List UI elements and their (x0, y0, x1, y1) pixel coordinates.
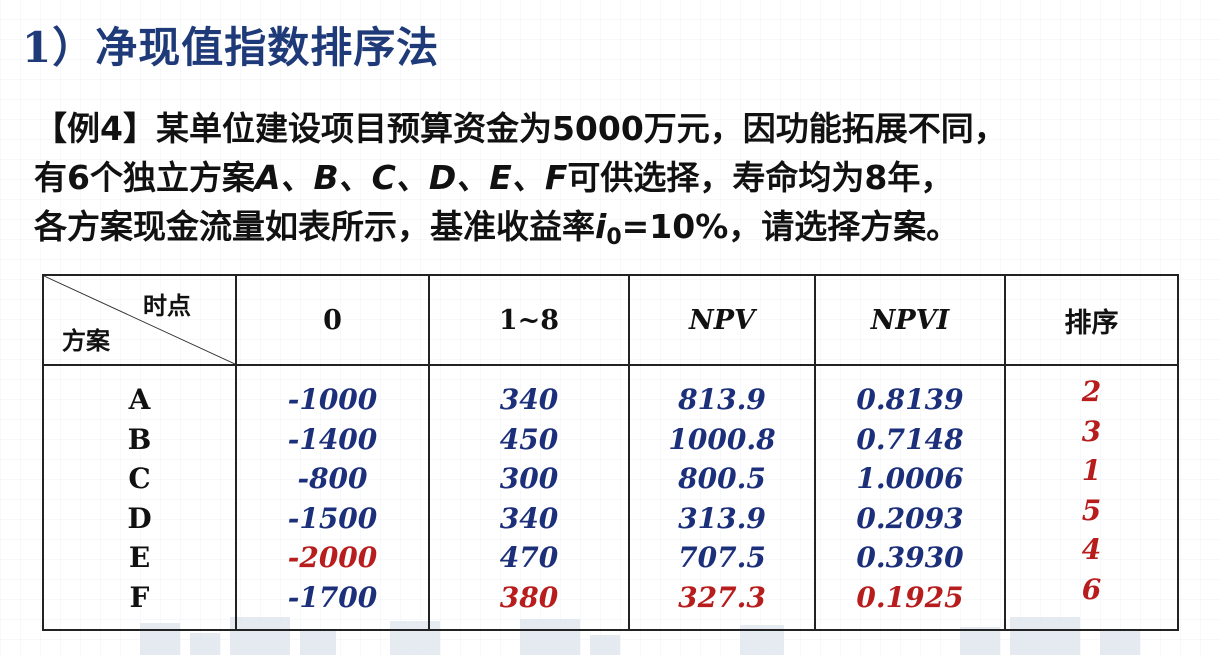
npv-column: 813.9 1000.8 800.5 313.9 707.5 327.3 (628, 364, 816, 631)
cashflow-table-container: 时点 方案 0 1~8 NPV NPVI 排序 A B C D E F -100… (42, 274, 1179, 631)
rank-cell: 2 (1081, 375, 1102, 408)
npvi-cell: 0.8139 (856, 383, 964, 416)
header-year-0: 0 (235, 274, 430, 366)
rank-column: 2 3 1 5 4 6 (1004, 364, 1179, 631)
year-0-cell: -2000 (287, 541, 378, 574)
plan-cell: E (128, 541, 151, 574)
years-1-8-cell: 340 (499, 383, 559, 416)
plan-cell: A (128, 383, 151, 416)
rate-variable: i (595, 207, 607, 246)
corner-time-label: 时点 (143, 291, 191, 320)
npvi-cell: 0.7148 (856, 422, 964, 456)
npv-cell: 800.5 (678, 462, 766, 495)
year-0-cell: -1500 (287, 501, 378, 535)
npvi-cell: 0.1925 (856, 580, 964, 614)
years-1-8-cell: 340 (499, 501, 559, 535)
plan-variables: A、B、C、D、E、F (254, 158, 568, 197)
header-npvi: NPVI (814, 274, 1006, 366)
rank-cell: 3 (1081, 414, 1102, 448)
rank-cell: 1 (1081, 454, 1102, 487)
problem-line-2: 有6个独立方案A、B、C、D、E、F可供选择，寿命均为8年， (34, 153, 1209, 202)
npv-cell: 327.3 (678, 580, 766, 614)
problem-statement: 【例4】某单位建设项目预算资金为5000万元，因功能拓展不同， 有6个独立方案A… (34, 104, 1209, 251)
npv-cell: 313.9 (678, 501, 766, 535)
plan-cell: D (127, 501, 152, 535)
years-1-8-cell: 300 (499, 462, 559, 495)
npv-cell: 1000.8 (668, 422, 776, 456)
header-npv: NPV (628, 274, 816, 366)
year-0-cell: -1700 (287, 580, 378, 614)
year-0-cell: -1000 (287, 383, 378, 416)
plan-cell: B (127, 422, 152, 456)
year-0-column: -1000 -1400 -800 -1500 -2000 -1700 (235, 364, 430, 631)
year-0-cell: -800 (297, 462, 368, 495)
rank-cell: 6 (1081, 572, 1102, 606)
problem-line-3-post: =10%，请选择方案。 (621, 207, 960, 246)
year-0-cell: -1400 (287, 422, 378, 456)
years-1-8-cell: 380 (499, 580, 559, 614)
years-1-8-column: 340 450 300 340 470 380 (428, 364, 630, 631)
years-1-8-cell: 450 (499, 422, 559, 456)
table-body-row: A B C D E F -1000 -1400 -800 -1500 -2000… (42, 364, 1179, 631)
problem-line-3-pre: 各方案现金流量如表所示，基准收益率 (34, 207, 595, 246)
plan-cell: C (128, 462, 151, 495)
corner-plan-label: 方案 (62, 326, 110, 355)
plan-cell: F (129, 580, 150, 614)
npv-cell: 707.5 (678, 541, 766, 574)
rank-cell: 5 (1081, 493, 1102, 527)
header-years-1-8: 1~8 (428, 274, 630, 366)
plan-column: A B C D E F (42, 364, 237, 631)
npvi-cell: 0.2093 (856, 501, 964, 535)
npvi-column: 0.8139 0.7148 1.0006 0.2093 0.3930 0.192… (814, 364, 1006, 631)
npv-cell: 813.9 (678, 383, 766, 416)
cashflow-table: 时点 方案 0 1~8 NPV NPVI 排序 A B C D E F -100… (42, 274, 1179, 631)
table-header-row: 时点 方案 0 1~8 NPV NPVI 排序 (42, 274, 1179, 366)
years-1-8-cell: 470 (499, 541, 559, 574)
npvi-cell: 0.3930 (856, 541, 964, 574)
problem-line-1: 【例4】某单位建设项目预算资金为5000万元，因功能拓展不同， (34, 109, 1007, 148)
rate-subscript: 0 (606, 225, 622, 250)
header-rank: 排序 (1004, 274, 1179, 366)
problem-line-2-pre: 有6个独立方案 (34, 158, 255, 197)
corner-header-cell: 时点 方案 (42, 274, 237, 366)
rank-cell: 4 (1081, 533, 1102, 566)
problem-line-2-post: 可供选择，寿命均为8年， (567, 158, 954, 197)
page-title: 1）净现值指数排序法 (22, 23, 440, 72)
problem-line-3: 各方案现金流量如表所示，基准收益率i0=10%，请选择方案。 (34, 202, 1209, 251)
npvi-cell: 1.0006 (856, 462, 964, 495)
